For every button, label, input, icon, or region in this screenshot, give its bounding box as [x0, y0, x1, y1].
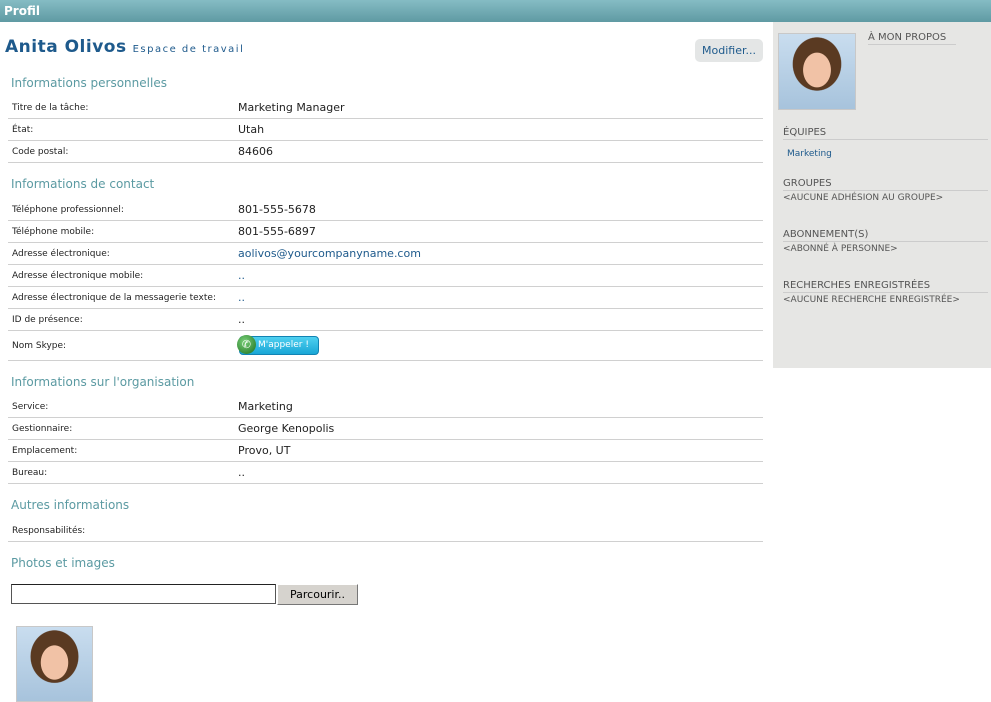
- table-row: Responsabilités:: [8, 520, 763, 542]
- field-value: ..: [238, 466, 245, 479]
- profile-photo-thumbnail[interactable]: [16, 626, 93, 702]
- table-row: Code postal: 84606: [8, 141, 763, 163]
- table-row: Adresse électronique: aolivos@yourcompany…: [8, 243, 763, 265]
- field-label: Adresse électronique de la messagerie te…: [12, 293, 216, 303]
- avatar: [778, 33, 856, 110]
- table-row: Gestionnaire: George Kenopolis: [8, 418, 763, 440]
- about-me-heading: À MON PROPOS: [868, 32, 956, 45]
- table-row: Téléphone professionnel: 801-555-5678: [8, 199, 763, 221]
- skype-call-button[interactable]: ✆ M'appeler !: [237, 335, 319, 355]
- field-label: Gestionnaire:: [12, 424, 73, 434]
- groups-heading: GROUPES: [783, 178, 988, 191]
- browse-button[interactable]: Parcourir..: [277, 584, 358, 605]
- saved-searches-value: <AUCUNE RECHERCHE ENREGISTRÉE>: [783, 295, 960, 305]
- field-label: Téléphone mobile:: [12, 227, 95, 237]
- groups-value: <AUCUNE ADHÉSION AU GROUPE>: [783, 193, 944, 203]
- section-title: Informations sur l'organisation: [11, 375, 195, 389]
- table-row: Emplacement: Provo, UT: [8, 440, 763, 462]
- table-row: Bureau:..: [8, 462, 763, 484]
- section-title: Autres informations: [11, 498, 130, 512]
- header-bar: Profil: [0, 0, 991, 22]
- field-label: Code postal:: [12, 147, 69, 157]
- field-label: État:: [12, 125, 34, 135]
- section-title: Informations de contact: [11, 177, 155, 191]
- profile-name: Anita Olivos Espace de travail: [5, 37, 244, 57]
- table-row: Adresse électronique mobile:..: [8, 265, 763, 287]
- subscriptions-heading: ABONNEMENT(S): [783, 229, 988, 242]
- field-value: Marketing: [238, 400, 293, 413]
- field-label: Adresse électronique mobile:: [12, 271, 144, 281]
- field-value[interactable]: ..: [238, 265, 245, 287]
- profile-main: Anita Olivos Espace de travail Modifier..…: [0, 22, 773, 702]
- field-value: 801-555-5678: [238, 203, 316, 216]
- field-label: Emplacement:: [12, 446, 78, 456]
- field-label: ID de présence:: [12, 315, 83, 325]
- team-link[interactable]: Marketing: [787, 149, 832, 159]
- table-row: ID de présence:..: [8, 309, 763, 331]
- field-value: 84606: [238, 145, 273, 158]
- saved-searches-heading: RECHERCHES ENREGISTRÉES: [783, 280, 988, 293]
- table-row: État: Utah: [8, 119, 763, 141]
- workspace-link[interactable]: Espace de travail: [133, 44, 245, 55]
- field-value: ..: [238, 313, 245, 326]
- field-label: Bureau:: [12, 468, 48, 478]
- modify-button[interactable]: Modifier...: [695, 39, 763, 62]
- table-row: Adresse électronique de la messagerie te…: [8, 287, 763, 309]
- field-value: Provo, UT: [238, 444, 291, 457]
- table-row: Nom Skype: ✆ M'appeler !: [8, 331, 763, 361]
- field-value[interactable]: ..: [238, 287, 245, 309]
- email-link[interactable]: aolivos@yourcompanyname.com: [238, 243, 421, 265]
- subscriptions-value: <ABONNÉ À PERSONNE>: [783, 244, 898, 254]
- table-row: Titre de la tâche: Marketing Manager: [8, 97, 763, 119]
- field-label: Service:: [12, 402, 49, 412]
- section-title: Photos et images: [11, 556, 115, 570]
- header-title: Profil: [4, 4, 40, 18]
- section-title: Informations personnelles: [11, 76, 167, 90]
- table-row: Service: Marketing: [8, 396, 763, 418]
- field-label: Titre de la tâche:: [12, 103, 89, 113]
- field-value: Utah: [238, 123, 265, 136]
- field-label: Téléphone professionnel:: [12, 205, 124, 215]
- field-label: Responsabilités:: [12, 526, 86, 536]
- field-value: George Kenopolis: [238, 422, 335, 435]
- skype-label: M'appeler !: [258, 340, 309, 350]
- teams-heading: ÉQUIPES: [783, 127, 988, 140]
- field-value: Marketing Manager: [238, 101, 345, 114]
- file-path-input[interactable]: [11, 584, 276, 604]
- sidebar: À MON PROPOS ÉQUIPES Marketing GROUPES <…: [773, 22, 991, 368]
- field-label: Nom Skype:: [12, 341, 67, 351]
- phone-icon: ✆: [237, 335, 256, 354]
- field-value: 801-555-6897: [238, 225, 316, 238]
- table-row: Téléphone mobile: 801-555-6897: [8, 221, 763, 243]
- field-label: Adresse électronique:: [12, 249, 110, 259]
- user-name: Anita Olivos: [5, 37, 127, 57]
